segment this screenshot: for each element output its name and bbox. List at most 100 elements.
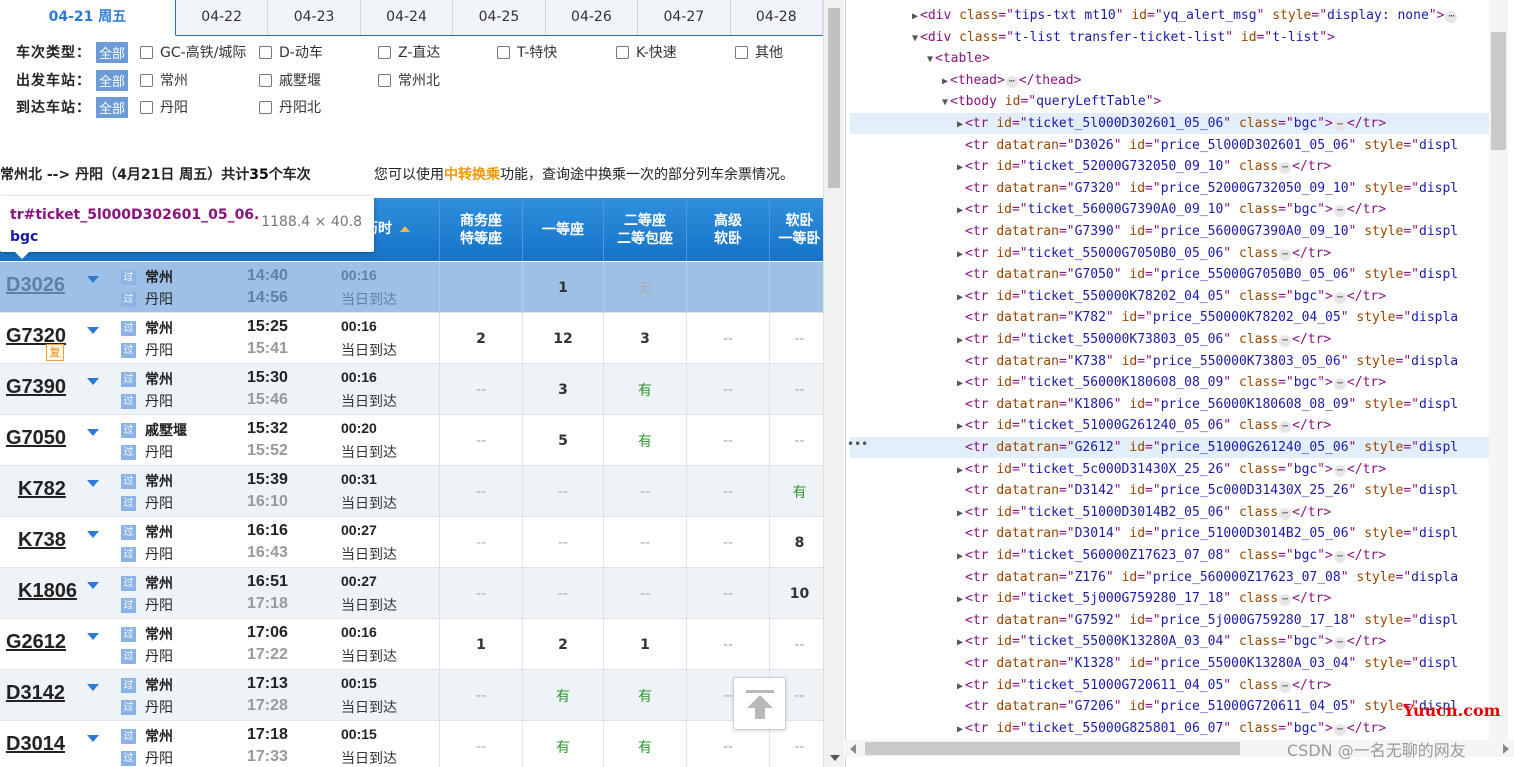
filter-option[interactable]: T-特快 xyxy=(497,42,616,62)
table-row[interactable]: G2612 过过常州 丹阳 17:06 17:22 00:16 当日到达 1 2 1 -- -- xyxy=(0,619,823,670)
dom-tree-node[interactable]: <tr datatran="K1328" id="price_55000K132… xyxy=(846,653,1458,674)
scrollbar-thumb[interactable] xyxy=(828,8,840,188)
train-number-link[interactable]: K738 xyxy=(18,529,66,552)
train-number-link[interactable]: K782 xyxy=(18,478,66,501)
filter-option[interactable]: 丹阳 xyxy=(140,97,259,117)
date-tab[interactable]: 04-26 xyxy=(546,0,639,35)
table-row[interactable]: D3014 过过常州 丹阳 17:18 17:33 00:15 当日到达 -- 有有 -- -- xyxy=(0,721,823,767)
dom-tree-node[interactable]: ▼ <div class="t-list transfer-ticket-list… xyxy=(846,27,1335,48)
filter-option[interactable]: 戚墅堰 xyxy=(259,70,378,90)
dom-tree-node[interactable]: <tr datatran="D3014" id="price_51000D301… xyxy=(846,523,1458,544)
table-row[interactable]: G7050 过过戚墅堰 丹阳 15:32 15:52 00:20 当日到达 -- 5 有 -- -- xyxy=(0,415,823,466)
disclosure-triangle-icon[interactable]: ▶ xyxy=(957,546,965,567)
checkbox[interactable] xyxy=(259,73,273,87)
dom-tree-node[interactable]: ▶ <tr id="ticket_550000K73803_05_06" clas… xyxy=(846,329,1331,350)
table-row[interactable]: K782 过过常州 丹阳 15:39 16:10 00:31 当日到达 -- -- -- -- 有 xyxy=(0,466,823,517)
expand-stops-icon[interactable] xyxy=(87,582,99,589)
disclosure-triangle-icon[interactable]: ▶ xyxy=(957,330,965,351)
collapsed-content-icon[interactable]: ⋯ xyxy=(1279,594,1292,607)
disclosure-triangle-icon[interactable]: ▶ xyxy=(957,460,965,481)
checkbox[interactable] xyxy=(259,45,273,59)
collapsed-content-icon[interactable]: ⋯ xyxy=(1279,335,1292,347)
dom-tree-node[interactable]: <tr datatran="K1806" id="price_56000K180… xyxy=(846,394,1458,415)
back-to-top-button[interactable] xyxy=(733,677,786,730)
scroll-left-icon[interactable] xyxy=(850,744,856,754)
train-number-link[interactable]: K1806 xyxy=(18,580,77,603)
collapsed-content-icon[interactable]: ⋯ xyxy=(1279,421,1292,434)
filter-option[interactable]: 常州 xyxy=(140,70,259,90)
disclosure-triangle-icon[interactable]: ▶ xyxy=(957,589,965,610)
dom-tree-node[interactable]: <tr datatran="D3026" id="price_5l000D302… xyxy=(846,135,1458,156)
filter-option[interactable]: D-动车 xyxy=(259,42,378,62)
expand-stops-icon[interactable] xyxy=(87,378,99,385)
disclosure-triangle-icon[interactable]: ▶ xyxy=(957,114,965,135)
collapsed-content-icon[interactable]: ⋯ xyxy=(1279,162,1292,175)
expand-stops-icon[interactable] xyxy=(87,735,99,742)
dom-tree-node[interactable]: ▶ <tr id="ticket_55000G825801_06_07" clas… xyxy=(846,718,1386,739)
dom-tree-node[interactable]: ▶ <tr id="ticket_560000Z17623_07_08" clas… xyxy=(846,545,1386,566)
page-scrollbar[interactable] xyxy=(823,0,844,767)
table-row[interactable]: D3026 过过常州 丹阳 14:40 14:56 00:16 当日到达 -- 1 无 -- -- xyxy=(0,262,823,313)
disclosure-triangle-icon[interactable]: ▼ xyxy=(912,28,920,49)
collapsed-content-icon[interactable]: ⋯ xyxy=(1005,75,1018,88)
disclosure-triangle-icon[interactable]: ▶ xyxy=(957,676,965,697)
expand-stops-icon[interactable] xyxy=(87,633,99,640)
checkbox[interactable] xyxy=(378,73,392,87)
dom-tree-node[interactable]: ▼ <table> xyxy=(846,48,990,69)
disclosure-triangle-icon[interactable]: ▶ xyxy=(957,287,965,308)
dom-tree-node[interactable]: ▼ <tbody id="queryLeftTable"> xyxy=(846,91,1161,112)
collapsed-content-icon[interactable]: ⋯ xyxy=(1333,291,1346,304)
date-tab[interactable]: 04-23 xyxy=(268,0,361,35)
dom-tree-node[interactable]: <tr datatran="D3142" id="price_5c000D314… xyxy=(846,480,1458,501)
date-tab[interactable]: 04-25 xyxy=(453,0,546,35)
checkbox[interactable] xyxy=(140,45,154,59)
collapsed-content-icon[interactable]: ⋯ xyxy=(1333,637,1346,650)
dom-tree-node[interactable]: ▶ <tr id="ticket_52000G732050_09_10" clas… xyxy=(846,156,1331,177)
filter-option[interactable]: 丹阳北 xyxy=(259,97,378,117)
dom-tree-node[interactable]: ▶ <tr id="ticket_51000G261240_05_06" clas… xyxy=(846,415,1331,436)
collapsed-content-icon[interactable]: ⋯ xyxy=(1445,11,1458,23)
collapsed-content-icon[interactable]: ⋯ xyxy=(1333,551,1346,563)
disclosure-triangle-icon[interactable]: ▶ xyxy=(957,632,965,653)
dom-tree-node[interactable]: ▶ <tr id="ticket_5c000D31430X_25_26" clas… xyxy=(846,459,1386,480)
date-tab[interactable]: 04-22 xyxy=(176,0,269,35)
filter-option[interactable]: 其他 xyxy=(735,42,815,62)
disclosure-triangle-icon[interactable]: ▶ xyxy=(957,719,965,740)
table-row[interactable]: G7390 过过常州 丹阳 15:30 15:46 00:16 当日到达 -- 3 有 -- -- xyxy=(0,364,823,415)
select-all-button[interactable]: 全部 xyxy=(96,41,129,63)
table-row[interactable]: D3142 过过常州 丹阳 17:13 17:28 00:15 当日到达 -- 有有 -- -- xyxy=(0,670,823,721)
train-number-link[interactable]: D3142 xyxy=(6,682,65,705)
expand-stops-icon[interactable] xyxy=(87,429,99,436)
expand-stops-icon[interactable] xyxy=(87,480,99,487)
devtools-gutter-menu-icon[interactable]: ••• xyxy=(847,437,868,451)
date-tab[interactable]: 04-24 xyxy=(361,0,454,35)
dom-tree-node[interactable]: <tr datatran="K782" id="price_550000K782… xyxy=(846,307,1458,328)
collapsed-content-icon[interactable]: ⋯ xyxy=(1279,680,1292,693)
filter-option[interactable]: GC-高铁/城际 xyxy=(140,42,259,62)
train-number-link[interactable]: D3014 xyxy=(6,733,65,756)
expand-stops-icon[interactable] xyxy=(87,327,99,334)
disclosure-triangle-icon[interactable]: ▶ xyxy=(957,373,965,394)
checkbox[interactable] xyxy=(497,45,511,59)
dom-tree-node[interactable]: <tr datatran="K738" id="price_550000K738… xyxy=(846,351,1458,372)
scroll-down-icon[interactable] xyxy=(830,755,840,761)
dom-tree-node[interactable]: ▶ <tr id="ticket_56000K180608_08_09" clas… xyxy=(846,372,1386,393)
dom-tree-node[interactable]: ▶ <div class="tips-txt mt10" id="yq_alert… xyxy=(846,5,1458,26)
disclosure-triangle-icon[interactable]: ▶ xyxy=(957,244,965,265)
select-all-button[interactable]: 全部 xyxy=(96,69,129,91)
checkbox[interactable] xyxy=(378,45,392,59)
dom-tree-node[interactable]: ▶ <thead> ⋯ </thead> xyxy=(846,70,1081,91)
duration-sort-header[interactable]: 历时 xyxy=(364,198,410,261)
dom-tree-node[interactable]: <tr datatran="G7050" id="price_55000G705… xyxy=(846,264,1458,285)
collapsed-content-icon[interactable]: ⋯ xyxy=(1279,248,1292,261)
checkbox[interactable] xyxy=(259,100,273,114)
train-number-link[interactable]: G7390 xyxy=(6,376,66,399)
dom-tree-node[interactable]: ▶ <tr id="ticket_55000G7050B0_05_06" clas… xyxy=(846,243,1331,264)
dom-tree-node[interactable]: ▶ <tr id="ticket_55000K13280A_03_04" clas… xyxy=(846,631,1386,652)
collapsed-content-icon[interactable]: ⋯ xyxy=(1333,205,1346,218)
expand-stops-icon[interactable] xyxy=(87,684,99,691)
train-number-link[interactable]: G7050 xyxy=(6,427,66,450)
dom-tree-node[interactable]: ▶ <tr id="ticket_5l000D302601_05_06" clas… xyxy=(850,113,1490,134)
checkbox[interactable] xyxy=(735,45,749,59)
train-number-link[interactable]: G2612 xyxy=(6,631,66,654)
